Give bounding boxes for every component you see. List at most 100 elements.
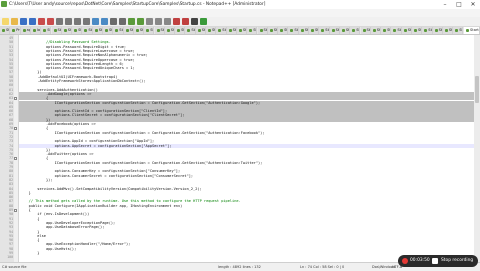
close-all-icon[interactable]: [47, 18, 54, 25]
file-tab[interactable]: Startup.cs: [391, 27, 402, 34]
file-tab[interactable]: Startup.cs: [61, 27, 73, 34]
file-tab[interactable]: Startup.cs: [72, 27, 83, 34]
file-tab[interactable]: Startup.cs: [370, 27, 382, 34]
file-tab[interactable]: Startup.cs: [360, 27, 371, 34]
file-tab[interactable]: Startup.cs: [175, 27, 186, 34]
file-tab[interactable]: Startup.cs: [412, 27, 423, 34]
file-tab[interactable]: Startup.cs: [278, 27, 289, 34]
maximize-button[interactable]: □: [452, 0, 466, 9]
file-tab[interactable]: Startup.cs: [226, 27, 237, 34]
file-tab[interactable]: Startup.cs: [309, 27, 320, 34]
open-icon[interactable]: [11, 18, 18, 25]
file-tab[interactable]: Startup.cs: [422, 27, 433, 34]
close-icon[interactable]: [38, 18, 45, 25]
file-tab[interactable]: Startup.cs: [144, 27, 155, 34]
zoom-in-icon[interactable]: [128, 18, 135, 25]
file-tab[interactable]: Startup.cs: [464, 27, 480, 34]
code-line-text: }: [20, 190, 31, 195]
file-saved-icon: [53, 28, 57, 32]
toolbar: [0, 17, 480, 27]
file-tab[interactable]: Startup.cs: [92, 27, 103, 34]
code-line[interactable]: IConfigurationSection configurationSecti…: [20, 131, 265, 135]
code-line[interactable]: public void Configure(IApplicationBuilde…: [20, 204, 183, 208]
file-tab[interactable]: Startup.cs: [298, 27, 309, 34]
file-tab[interactable]: Startup.cs: [267, 27, 279, 34]
file-tab[interactable]: Startup.cs: [432, 27, 443, 34]
file-tab[interactable]: launch.json: [30, 27, 42, 34]
file-tab[interactable]: Startup.cs: [195, 27, 206, 34]
file-tab[interactable]: Startup.cs: [236, 27, 248, 34]
code-line[interactable]: }: [20, 251, 39, 255]
file-tab[interactable]: Startup.cs: [82, 27, 93, 34]
file-tab[interactable]: Startup.cs: [288, 27, 299, 34]
file-tab[interactable]: Startup.cs: [453, 27, 464, 34]
save-all-icon[interactable]: [29, 18, 36, 25]
close-button[interactable]: ✕: [466, 0, 480, 9]
fold-margin[interactable]: [14, 35, 19, 262]
file-tab[interactable]: Startup.cs: [319, 27, 330, 34]
code-line-text: IConfigurationSection configurationSecti…: [20, 130, 265, 135]
code-line[interactable]: });: [20, 177, 53, 182]
cut-icon[interactable]: [65, 18, 72, 25]
file-tab[interactable]: Startup.cs: [247, 27, 258, 34]
fold-toggle-icon[interactable]: [14, 157, 17, 160]
file-saved-icon: [146, 28, 150, 32]
file-tab[interactable]: Startup.cs: [123, 27, 134, 34]
file-tab[interactable]: Startup.cs: [381, 27, 392, 34]
file-tab[interactable]: Program.cs: [10, 27, 21, 34]
file-tab[interactable]: Startup.cs: [103, 27, 114, 34]
vertical-scrollbar[interactable]: [474, 35, 480, 262]
file-tab[interactable]: Startup.cs: [442, 27, 454, 34]
file-saved-icon: [43, 28, 47, 32]
file-tab[interactable]: Startup.cs: [51, 27, 62, 34]
file-tab[interactable]: Startup.cs: [164, 27, 176, 34]
play-icon[interactable]: [200, 18, 207, 25]
file-tab[interactable]: Startup.cs: [206, 27, 217, 34]
code-line[interactable]: .AddEntityFrameworkStores<ApplicationDbC…: [20, 79, 145, 83]
code-line-text: });: [20, 177, 53, 182]
file-tab[interactable]: Startup.cs: [257, 27, 268, 34]
run-macro-icon[interactable]: [173, 18, 180, 25]
wrap-icon[interactable]: [155, 18, 162, 25]
replace-icon[interactable]: [119, 18, 126, 25]
file-tab[interactable]: Startup.cs: [0, 27, 11, 34]
recording-control[interactable]: 00:03:50 Stop recording: [398, 255, 478, 267]
file-tab[interactable]: Startup.cs: [41, 27, 52, 34]
fold-toggle-icon[interactable]: [14, 208, 17, 212]
find-icon[interactable]: [110, 18, 117, 25]
file-tab[interactable]: Startup.cs: [113, 27, 124, 34]
save-icon[interactable]: [20, 18, 27, 25]
fold-toggle-icon[interactable]: [14, 96, 17, 100]
file-tab[interactable]: Startup.cs: [329, 27, 340, 34]
file-tab[interactable]: Startup.cs: [216, 27, 227, 34]
file-saved-icon: [105, 28, 108, 32]
zoom-out-icon[interactable]: [137, 18, 144, 25]
record-icon[interactable]: [182, 18, 189, 25]
file-saved-icon: [22, 28, 26, 32]
file-tab[interactable]: Startup.cs: [154, 27, 165, 34]
new-icon[interactable]: [2, 18, 9, 25]
file-tab[interactable]: Startup.cs: [401, 27, 412, 34]
file-tab[interactable]: Startup.cs: [133, 27, 145, 34]
file-tab[interactable]: appsettings.json: [20, 27, 31, 34]
redo-icon[interactable]: [101, 18, 108, 25]
paste-icon[interactable]: [83, 18, 90, 25]
sync-icon[interactable]: [146, 18, 153, 25]
code-line[interactable]: IConfigurationSection configurationSecti…: [20, 161, 263, 165]
print-icon[interactable]: [56, 18, 63, 25]
file-tab[interactable]: Startup.cs: [350, 27, 361, 34]
minimize-button[interactable]: –: [438, 0, 452, 9]
stop-icon[interactable]: [191, 18, 198, 25]
code-line[interactable]: }: [20, 191, 31, 195]
undo-icon[interactable]: [92, 18, 99, 25]
code-line[interactable]: services.AddMvc().SetCompatibilityVersio…: [20, 187, 201, 191]
indent-icon[interactable]: [164, 18, 171, 25]
stop-icon[interactable]: [432, 258, 438, 264]
file-tab[interactable]: Startup.cs: [185, 27, 196, 34]
fold-toggle-icon[interactable]: [14, 126, 17, 130]
stop-recording-label[interactable]: Stop recording: [441, 255, 473, 267]
copy-icon[interactable]: [74, 18, 81, 25]
scrollbar-thumb[interactable]: [475, 75, 479, 104]
file-tab[interactable]: Startup.cs: [339, 27, 351, 34]
code-editor[interactable]: 49 50 //Disabling Password Settings. 51 op…: [0, 35, 474, 262]
